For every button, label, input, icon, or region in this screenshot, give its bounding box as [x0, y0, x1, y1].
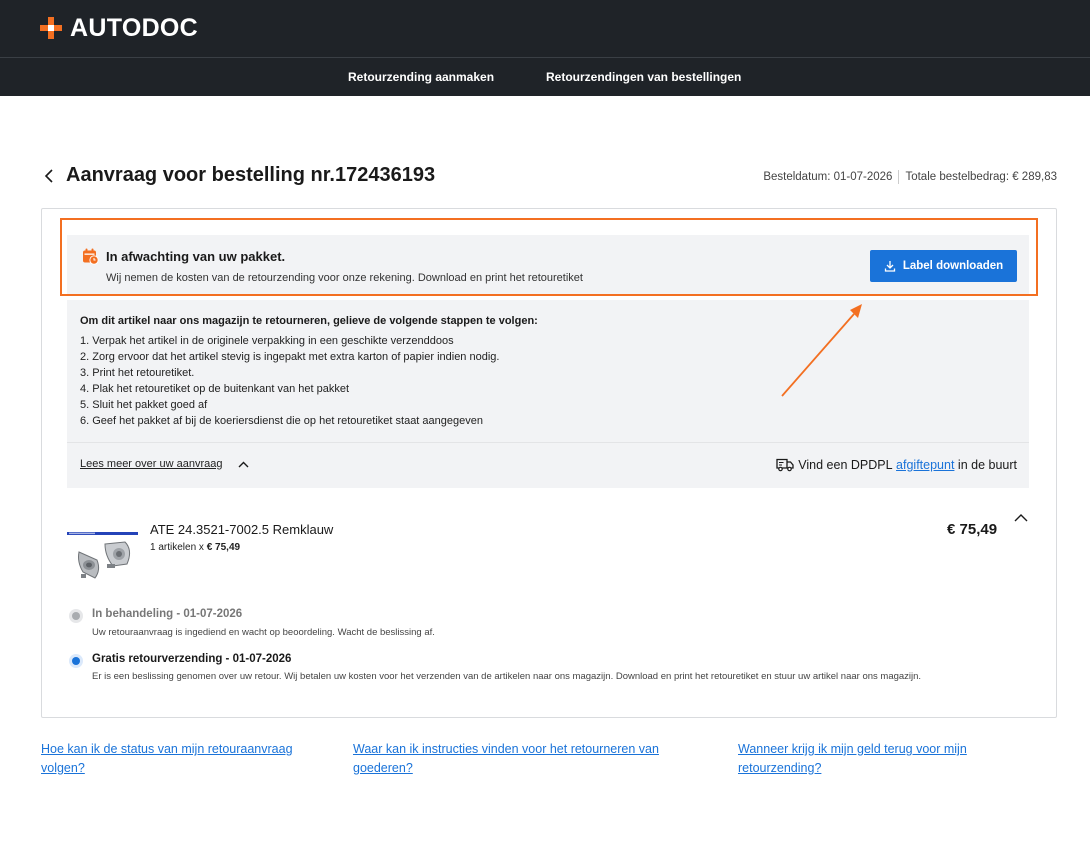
header-divider [0, 57, 1090, 58]
timeline-dot-pending [69, 609, 83, 623]
timeline-title: In behandeling - 01-07-2026 [92, 608, 243, 620]
dpd-suffix: in de buurt [957, 457, 1017, 472]
product-name: ATE 24.3521-7002.5 Remklauw [150, 522, 334, 537]
faq-line: Hoe kan ik de status van mijn retouraanv… [41, 742, 293, 756]
read-more-link[interactable]: Lees meer over uw aanvraag [80, 458, 222, 470]
status-subtitle: Wij nemen de kosten van de retourzending… [106, 272, 583, 284]
page-title: Aanvraag voor bestelling nr.172436193 [66, 164, 436, 186]
meta-divider [898, 170, 900, 184]
product-quantity: 1 artikelen x € 75,49 [150, 542, 240, 553]
faq-line: Waar kan ik instructies vinden voor het … [353, 742, 659, 756]
timeline-title: Gratis retourverzending - 01-07-2026 [92, 653, 292, 665]
brake-caliper-image [67, 530, 138, 582]
dpd-dropoff-line: Vind een DPDPL afgiftepunt in de buurt [776, 457, 1017, 472]
instruction-step: 1. Verpak het artikel in de originele ve… [80, 335, 454, 347]
calendar-clock-icon [83, 248, 99, 265]
title-row: Aanvraag voor bestelling nr.172436193 Be… [40, 162, 1057, 190]
logo-cross-icon [40, 17, 62, 39]
faq-link-instructions[interactable]: Waar kan ik instructies vinden voor het … [353, 740, 713, 778]
nav-create-return[interactable]: Retourzending aanmaken [348, 70, 494, 84]
order-meta: Besteldatum: 01-07-2026 Totale bestelbedr… [763, 170, 1057, 184]
dropoff-point-link[interactable]: afgiftepunt [896, 458, 954, 472]
chevron-left-icon[interactable] [44, 169, 54, 183]
unit-price: € 75,49 [206, 542, 241, 553]
delivery-truck-icon [776, 458, 794, 472]
download-label-text: Label downloaden [902, 260, 1004, 272]
faq-line: goederen? [353, 761, 413, 775]
status-banner: In afwachting van uw pakket. Wij nemen d… [67, 235, 1029, 295]
status-title: In afwachting van uw pakket. [106, 249, 286, 264]
chevron-up-icon[interactable] [238, 461, 249, 468]
logo-text: AUTODOC [70, 13, 199, 42]
site-header: AUTODOC Retourzending aanmaken Retourzen… [0, 0, 1090, 96]
order-total: Totale bestelbedrag: € 289,83 [905, 171, 1057, 184]
instructions-list: 1. Verpak het artikel in de originele ve… [80, 333, 499, 429]
download-label-button[interactable]: Label downloaden [870, 250, 1017, 282]
timeline-dot-active [69, 654, 83, 668]
faq-link-status[interactable]: Hoe kan ik de status van mijn retouraanv… [41, 740, 341, 778]
order-date: Besteldatum: 01-07-2026 [763, 171, 893, 184]
instruction-step: 6. Geef het pakket af bij de koeriersdie… [80, 415, 483, 427]
faq-line: Wanneer krijg ik mijn geld terug voor mi… [738, 742, 967, 756]
product-price: € 75,49 [947, 521, 998, 538]
faq-line: volgen? [41, 761, 85, 775]
instructions-intro: Om dit artikel naar ons magazijn te reto… [80, 315, 538, 327]
instruction-step: 3. Print het retouretiket. [80, 367, 195, 379]
timeline-description: Uw retouraanvraag is ingediend en wacht … [92, 627, 435, 638]
chevron-up-icon[interactable] [1014, 513, 1028, 522]
dpd-prefix: Vind een DPDPL [798, 457, 893, 472]
faq-line: retourzending? [738, 761, 822, 775]
faq-link-refund[interactable]: Wanneer krijg ik mijn geld terug voor mi… [738, 740, 1038, 778]
autodoc-logo[interactable]: AUTODOC [40, 14, 198, 42]
read-more-panel: Lees meer over uw aanvraag Vind een DPDP… [67, 442, 1029, 488]
instruction-step: 4. Plak het retouretiket op de buitenkan… [80, 383, 350, 395]
instruction-step: 5. Sluit het pakket goed af [80, 399, 208, 411]
instruction-step: 2. Zorg ervoor dat het artikel stevig is… [80, 351, 500, 363]
nav-order-returns[interactable]: Retourzendingen van bestellingen [546, 70, 741, 84]
quantity-text: 1 artikelen x [150, 542, 204, 553]
instructions-panel: Om dit artikel naar ons magazijn te reto… [67, 300, 1029, 442]
timeline-description: Er is een beslissing genomen over uw ret… [92, 671, 922, 682]
download-icon [884, 261, 895, 272]
